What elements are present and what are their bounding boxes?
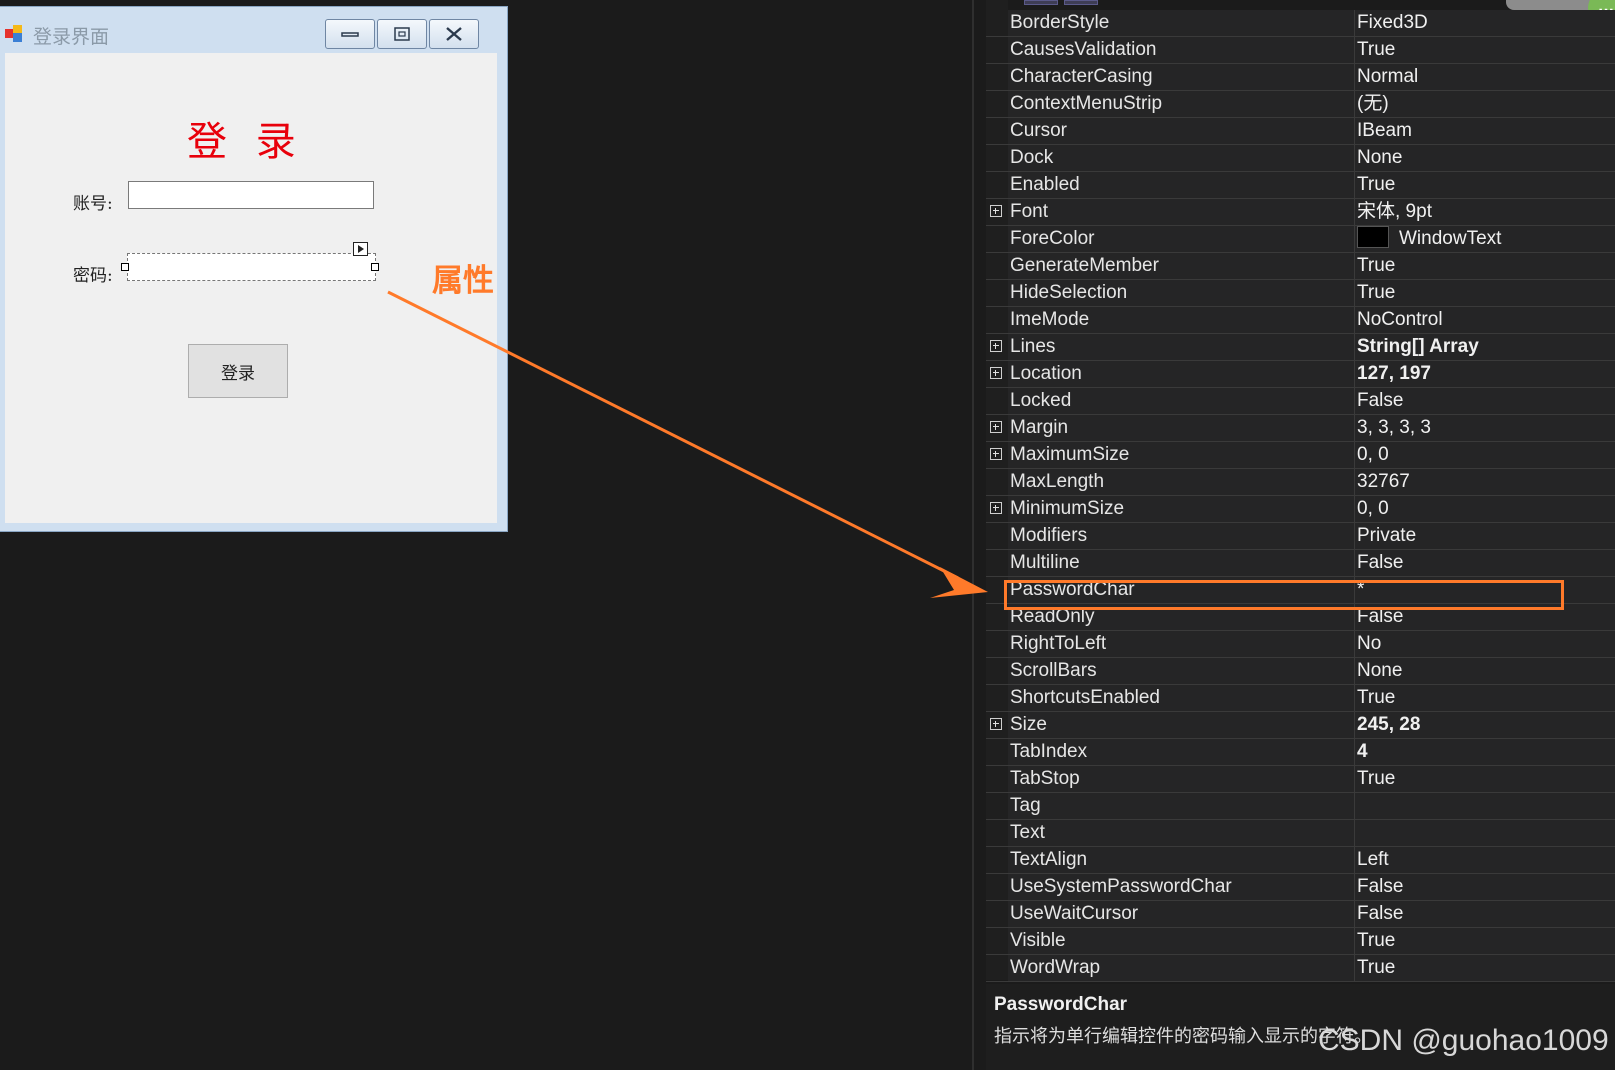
arrow-line bbox=[387, 290, 959, 580]
arrow-head-icon bbox=[930, 567, 988, 598]
annotation-arrow bbox=[387, 290, 988, 598]
